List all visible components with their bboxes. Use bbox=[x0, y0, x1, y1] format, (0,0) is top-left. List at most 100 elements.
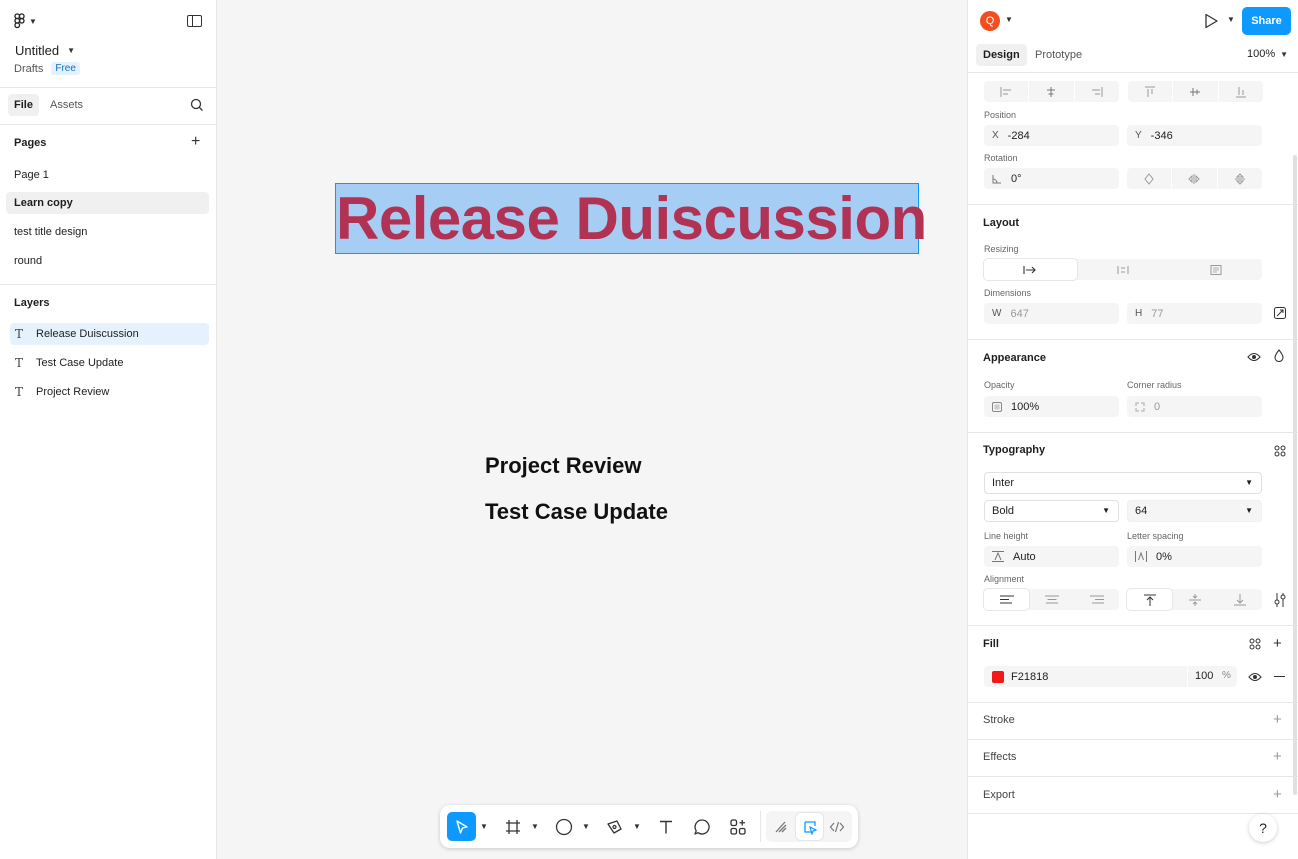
move-tool-menu[interactable]: ▼ bbox=[478, 812, 490, 841]
drafts-link[interactable]: Drafts bbox=[14, 63, 43, 75]
main-menu-button[interactable]: ▼ bbox=[14, 13, 37, 29]
add-fill-icon[interactable]: + bbox=[1273, 636, 1282, 651]
present-icon[interactable] bbox=[1203, 13, 1219, 29]
fixed-size-icon[interactable] bbox=[1169, 259, 1262, 280]
canvas[interactable]: Release Duiscussion Project Review Test … bbox=[217, 0, 967, 859]
fill-opacity-value[interactable]: 100 bbox=[1195, 670, 1213, 682]
fill-row[interactable]: F21818 100 % bbox=[984, 666, 1237, 687]
font-size-field[interactable]: 64 ▼ bbox=[1127, 500, 1262, 522]
rotation-field[interactable]: 0° bbox=[984, 168, 1119, 189]
project-review-text[interactable]: Project Review bbox=[485, 453, 642, 479]
layer-item[interactable]: T Project Review bbox=[10, 381, 209, 403]
remove-fill-icon[interactable] bbox=[1274, 676, 1285, 678]
auto-width-icon[interactable] bbox=[984, 259, 1077, 280]
layout-heading: Layout bbox=[983, 217, 1020, 229]
align-right-icon[interactable] bbox=[1075, 81, 1119, 102]
comment-tool-button[interactable] bbox=[688, 812, 716, 841]
pen-tool-menu[interactable]: ▼ bbox=[631, 812, 643, 841]
line-height-field[interactable]: Auto bbox=[984, 546, 1119, 567]
scrollbar[interactable] bbox=[1293, 155, 1297, 795]
test-case-update-text[interactable]: Test Case Update bbox=[485, 499, 668, 525]
tab-file[interactable]: File bbox=[8, 94, 39, 116]
divider bbox=[968, 339, 1298, 340]
text-align-bottom-icon[interactable] bbox=[1217, 589, 1262, 610]
chevron-down-icon[interactable]: ▼ bbox=[1005, 15, 1013, 24]
auto-height-icon[interactable] bbox=[1077, 259, 1170, 280]
rotation-label: Rotation bbox=[984, 153, 1018, 163]
search-icon[interactable] bbox=[190, 98, 204, 112]
page-item[interactable]: Page 1 bbox=[6, 164, 209, 186]
rotate-icon[interactable] bbox=[1127, 168, 1173, 189]
font-family-dropdown[interactable]: Inter ▼ bbox=[984, 472, 1262, 494]
text-styles-icon[interactable] bbox=[1274, 445, 1286, 457]
flip-horizontal-icon[interactable] bbox=[1172, 168, 1218, 189]
frame-tool-button[interactable] bbox=[499, 812, 527, 841]
design-mode-button[interactable] bbox=[798, 812, 822, 841]
share-button[interactable]: Share bbox=[1242, 7, 1291, 35]
fill-opacity-unit: % bbox=[1222, 670, 1231, 681]
flip-vertical-icon[interactable] bbox=[1218, 168, 1262, 189]
add-stroke-icon[interactable]: + bbox=[1273, 712, 1282, 727]
tab-assets[interactable]: Assets bbox=[44, 94, 89, 116]
file-name[interactable]: Untitled ▼ bbox=[15, 43, 75, 58]
avatar[interactable]: Q bbox=[980, 11, 1000, 31]
y-field[interactable]: Y -346 bbox=[1127, 125, 1262, 146]
x-field[interactable]: X -284 bbox=[984, 125, 1119, 146]
horizontal-align-group bbox=[984, 81, 1119, 102]
add-page-icon[interactable]: + bbox=[191, 134, 200, 150]
font-weight-dropdown[interactable]: Bold ▼ bbox=[984, 500, 1119, 522]
components-icon bbox=[730, 818, 746, 835]
add-effect-icon[interactable]: + bbox=[1273, 749, 1282, 764]
panel-toggle-icon[interactable] bbox=[187, 15, 202, 27]
font-weight-value: Bold bbox=[992, 505, 1015, 517]
shape-tool-button[interactable] bbox=[550, 812, 578, 841]
color-styles-icon[interactable] bbox=[1249, 638, 1261, 650]
page-item[interactable]: test title design bbox=[6, 221, 209, 243]
pen-tool-button[interactable] bbox=[601, 812, 629, 841]
align-middle-icon[interactable] bbox=[1173, 81, 1219, 102]
text-align-top-icon[interactable] bbox=[1127, 589, 1172, 610]
type-settings-icon[interactable] bbox=[1274, 593, 1286, 607]
layer-item-selected[interactable]: T Release Duiscussion bbox=[10, 323, 209, 345]
actions-button[interactable] bbox=[724, 812, 752, 841]
corner-radius-field[interactable]: 0 bbox=[1127, 396, 1262, 417]
field-separator bbox=[1187, 666, 1188, 687]
text-align-left-icon[interactable] bbox=[984, 589, 1029, 610]
selected-text-layer[interactable]: Release Duiscussion bbox=[335, 183, 927, 254]
text-align-right-icon[interactable] bbox=[1074, 589, 1119, 610]
letter-spacing-field[interactable]: 0% bbox=[1127, 546, 1262, 567]
opacity-field[interactable]: 100% bbox=[984, 396, 1119, 417]
add-export-icon[interactable]: + bbox=[1273, 787, 1282, 802]
fill-hex-value[interactable]: F21818 bbox=[1011, 671, 1048, 683]
rotation-value: 0° bbox=[1011, 172, 1022, 185]
width-field[interactable]: W 647 bbox=[984, 303, 1119, 324]
zoom-dropdown[interactable]: 100% ▼ bbox=[1247, 48, 1288, 60]
text-align-middle-icon[interactable] bbox=[1172, 589, 1217, 610]
corner-radius-value: 0 bbox=[1154, 400, 1161, 413]
page-item-selected[interactable]: Learn copy bbox=[6, 192, 209, 214]
text-align-center-icon[interactable] bbox=[1029, 589, 1074, 610]
help-button[interactable]: ? bbox=[1249, 814, 1277, 842]
height-field[interactable]: H 77 bbox=[1127, 303, 1262, 324]
blend-mode-icon[interactable] bbox=[1274, 349, 1284, 362]
move-tool-button[interactable] bbox=[447, 812, 476, 841]
layer-item[interactable]: T Test Case Update bbox=[10, 352, 209, 374]
text-tool-button[interactable] bbox=[652, 812, 680, 841]
fill-color-swatch[interactable] bbox=[992, 670, 1004, 683]
page-item[interactable]: round bbox=[6, 250, 209, 272]
constraints-icon[interactable] bbox=[1274, 307, 1286, 319]
shape-tool-menu[interactable]: ▼ bbox=[580, 812, 592, 841]
release-discussion-text[interactable]: Release Duiscussion bbox=[336, 184, 927, 253]
dev-mode-button[interactable] bbox=[826, 812, 848, 841]
align-bottom-icon[interactable] bbox=[1219, 81, 1263, 102]
tab-design[interactable]: Design bbox=[976, 44, 1027, 66]
eye-icon[interactable] bbox=[1248, 671, 1262, 683]
draw-mode-button[interactable] bbox=[770, 812, 792, 841]
align-top-icon[interactable] bbox=[1128, 81, 1174, 102]
align-left-icon[interactable] bbox=[984, 81, 1030, 102]
eye-icon[interactable] bbox=[1247, 351, 1261, 363]
frame-tool-menu[interactable]: ▼ bbox=[529, 812, 541, 841]
chevron-down-icon[interactable]: ▼ bbox=[1227, 15, 1235, 24]
tab-prototype[interactable]: Prototype bbox=[1028, 44, 1089, 66]
align-center-h-icon[interactable] bbox=[1029, 81, 1075, 102]
